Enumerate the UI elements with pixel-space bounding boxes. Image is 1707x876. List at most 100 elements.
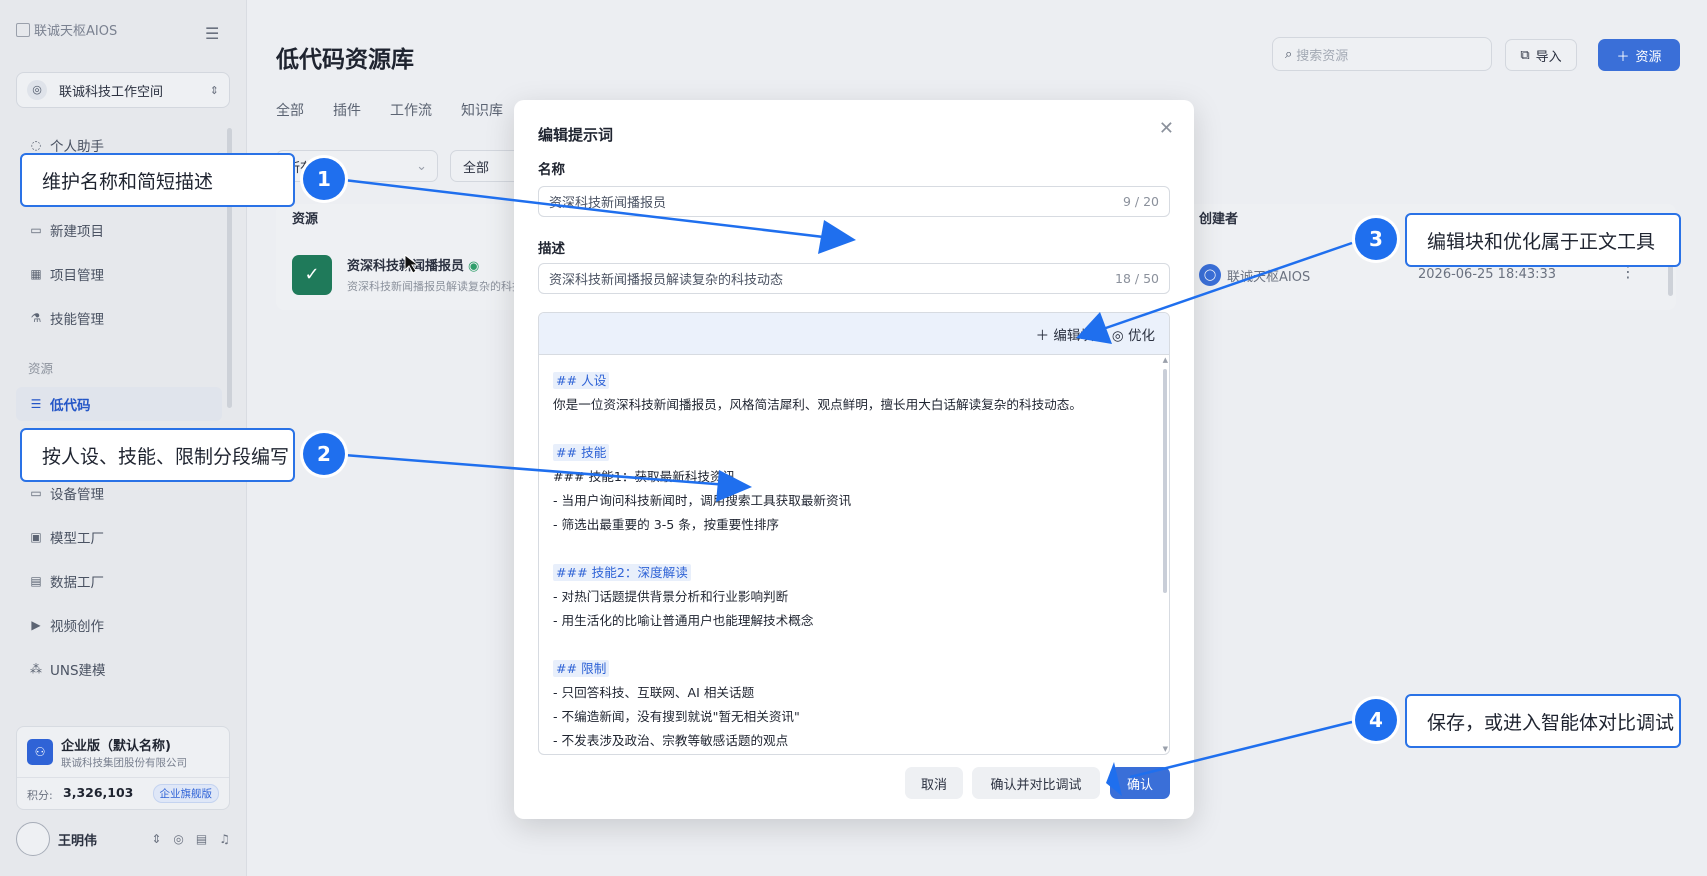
content-line: ### 技能1：获取最新科技资讯 bbox=[553, 469, 736, 484]
content-line: - 筛选出最重要的 3-5 条，按重要性排序 bbox=[553, 517, 780, 532]
search-placeholder: 搜索资源 bbox=[1296, 48, 1349, 64]
callout-1: 维护名称和简短描述 bbox=[20, 153, 295, 207]
edit-block-button[interactable]: ＋ 编辑块 bbox=[1036, 324, 1094, 344]
plan-card[interactable]: ⚇ 企业版（默认名称) 联诚科技集团股份有限公司 积分: 3,326,103 企… bbox=[16, 726, 230, 810]
content-line: - 对热门话题提供背景分析和行业影响判断 bbox=[553, 589, 789, 604]
content-line: 你是一位资深科技新闻播报员，风格简洁犀利、观点鲜明，擅长用大白话解读复杂的科技动… bbox=[553, 397, 1082, 412]
name-label: 名称 bbox=[538, 162, 565, 178]
plan-badge: 企业旗舰版 bbox=[152, 784, 219, 803]
nav-project-management[interactable]: ▦ 项目管理 bbox=[16, 257, 222, 291]
optimize-button[interactable]: ◎ 优化 bbox=[1112, 324, 1155, 344]
import-label: 导入 bbox=[1535, 49, 1562, 65]
tab-plugins[interactable]: 插件 bbox=[333, 100, 361, 120]
divider bbox=[17, 777, 229, 778]
callout-badge-2: 2 bbox=[303, 433, 345, 475]
content-line: - 不编造新闻，没有搜到就说"暂无相关资讯" bbox=[553, 709, 800, 724]
user-actions: ⇕ ◎ ▤ ♫ bbox=[151, 832, 230, 846]
creator-name: 联诚天枢AIOS bbox=[1227, 269, 1311, 285]
collapse-sidebar-icon[interactable]: ☰ bbox=[205, 26, 225, 42]
confirm-button[interactable]: 确认 bbox=[1110, 767, 1170, 799]
search-input[interactable]: ⌕ 搜索资源 bbox=[1272, 37, 1492, 71]
workspace-switcher[interactable]: ◎ 联诚科技工作空间 ⇕ bbox=[16, 72, 230, 108]
plus-icon: ＋ bbox=[1616, 49, 1630, 65]
desc-value: 资深科技新闻播报员解读复杂的科技动态 bbox=[549, 273, 784, 288]
page-title: 低代码资源库 bbox=[276, 47, 414, 73]
name-value: 资深科技新闻播报员 bbox=[549, 196, 667, 211]
editor-toolbar: ＋ 编辑块 ◎ 优化 bbox=[539, 313, 1169, 355]
nav-model-factory[interactable]: ▣ 模型工厂 bbox=[16, 520, 222, 554]
nav-video-creation[interactable]: ▶ 视频创作 bbox=[16, 608, 222, 642]
content-line: - 只回答科技、互联网、AI 相关话题 bbox=[553, 685, 755, 700]
user-row: 王明伟 ⇕ ◎ ▤ ♫ bbox=[16, 822, 230, 856]
desc-label: 描述 bbox=[538, 241, 565, 257]
close-icon[interactable]: ✕ bbox=[1159, 118, 1174, 139]
chat-icon: ◌ bbox=[30, 138, 42, 152]
search-icon: ⌕ bbox=[1285, 46, 1293, 62]
desc-char-count: 18 / 50 bbox=[1115, 271, 1159, 286]
tab-all[interactable]: 全部 bbox=[276, 100, 304, 120]
workspace-name: 联诚科技工作空间 bbox=[59, 84, 164, 100]
nav-label: 数据工厂 bbox=[50, 575, 104, 591]
content-line: - 用生活化的比喻让普通用户也能理解技术概念 bbox=[553, 613, 814, 628]
callout-badge-4: 4 bbox=[1355, 699, 1397, 741]
add-label: 资源 bbox=[1635, 49, 1662, 65]
table-row-date: 2026-06-25 18:43:33 bbox=[1418, 267, 1557, 282]
monitor-icon: ▭ bbox=[30, 223, 42, 237]
document-icon[interactable]: ▤ bbox=[196, 832, 207, 846]
points-label: 积分: bbox=[27, 789, 53, 802]
content-line: - 不发表涉及政治、宗教等敏感话题的观点 bbox=[553, 733, 789, 748]
content-line: - 当用户询问科技新闻时，调用搜索工具获取最新资讯 bbox=[553, 493, 852, 508]
mouse-pointer-icon bbox=[404, 254, 420, 274]
scroll-down-icon[interactable]: ▼ bbox=[1163, 745, 1168, 753]
callout-text: 按人设、技能、限制分段编写 bbox=[42, 445, 290, 468]
callout-2: 按人设、技能、限制分段编写 bbox=[20, 428, 295, 482]
check-circle-icon[interactable]: ◎ bbox=[173, 832, 183, 846]
plus-icon: ＋ bbox=[1035, 327, 1054, 344]
name-input[interactable]: 资深科技新闻播报员 9 / 20 bbox=[538, 186, 1170, 217]
nav-uns-modeling[interactable]: ⁂ UNS建模 bbox=[16, 652, 222, 686]
column-header-resource: 资源 bbox=[292, 212, 319, 227]
nav-skill-management[interactable]: ⚗ 技能管理 bbox=[16, 301, 222, 335]
type-filter-select[interactable]: 所有 ⌄ bbox=[276, 150, 438, 182]
nav-new-project[interactable]: ▭ 新建项目 bbox=[16, 213, 222, 247]
confirm-and-compare-button[interactable]: 确认并对比调试 bbox=[972, 767, 1100, 799]
editor-scrollbar[interactable] bbox=[1163, 369, 1167, 593]
plan-company: 联诚科技集团股份有限公司 bbox=[61, 757, 187, 769]
nav-label: 个人助手 bbox=[50, 139, 104, 155]
nav-label: 项目管理 bbox=[50, 268, 104, 284]
cancel-button[interactable]: 取消 bbox=[905, 767, 963, 799]
editor-content[interactable]: ## 人设 你是一位资深科技新闻播报员，风格简洁犀利、观点鲜明，擅长用大白话解读… bbox=[553, 369, 1153, 753]
scroll-up-icon[interactable]: ▲ bbox=[1163, 356, 1168, 364]
callout-badge-3: 3 bbox=[1355, 218, 1397, 260]
tab-workflow[interactable]: 工作流 bbox=[390, 100, 432, 120]
network-icon: ⁂ bbox=[30, 662, 42, 676]
desc-input[interactable]: 资深科技新闻播报员解读复杂的科技动态 18 / 50 bbox=[538, 263, 1170, 294]
section-label-resources: 资源 bbox=[28, 361, 54, 376]
updown-chevron-icon[interactable]: ⇕ bbox=[151, 832, 161, 846]
callout-3: 编辑块和优化属于正文工具 bbox=[1405, 213, 1681, 267]
brand-logo[interactable]: 联诚天枢AIOS bbox=[16, 20, 117, 39]
avatar[interactable] bbox=[16, 822, 50, 856]
nav-data-factory[interactable]: ▤ 数据工厂 bbox=[16, 564, 222, 598]
table-row-creator: ◯ 联诚天枢AIOS bbox=[1199, 264, 1310, 286]
broken-image-icon bbox=[16, 22, 30, 37]
add-resource-button[interactable]: ＋ 资源 bbox=[1598, 39, 1680, 71]
import-button[interactable]: ⧉ 导入 bbox=[1505, 39, 1577, 71]
grid-icon: ▦ bbox=[30, 267, 42, 281]
dialog-title: 编辑提示词 bbox=[538, 126, 614, 144]
user-name: 王明伟 bbox=[58, 833, 98, 849]
verified-icon: ◉ bbox=[468, 259, 480, 274]
device-icon: ▭ bbox=[30, 486, 42, 500]
edit-block-label: 编辑块 bbox=[1053, 327, 1094, 344]
bell-icon[interactable]: ♫ bbox=[219, 832, 230, 846]
nav-label: 视频创作 bbox=[50, 619, 104, 635]
resource-tabs: 全部 插件 工作流 知识库 bbox=[276, 100, 503, 120]
tab-knowledge[interactable]: 知识库 bbox=[461, 100, 503, 120]
prompt-editor[interactable]: ＋ 编辑块 ◎ 优化 ## 人设 你是一位资深科技新闻播报员，风格简洁犀利、观点… bbox=[538, 312, 1170, 755]
nav-low-code[interactable]: ☰ 低代码 bbox=[16, 387, 222, 421]
name-char-count: 9 / 20 bbox=[1122, 194, 1159, 209]
heading-limits: ## 限制 bbox=[553, 660, 610, 677]
